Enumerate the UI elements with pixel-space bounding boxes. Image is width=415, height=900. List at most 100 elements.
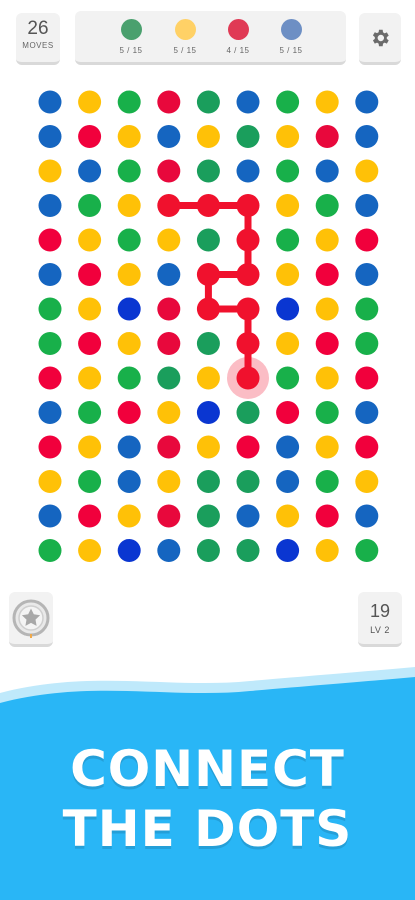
dot[interactable]: [315, 297, 339, 321]
dot[interactable]: [276, 401, 300, 424]
dot[interactable]: [236, 263, 260, 286]
dot[interactable]: [78, 332, 102, 355]
dot[interactable]: [196, 470, 220, 493]
dot[interactable]: [117, 435, 141, 459]
dot[interactable]: [157, 366, 181, 390]
dot[interactable]: [355, 125, 379, 148]
dot[interactable]: [78, 504, 102, 528]
dot[interactable]: [196, 366, 220, 390]
dot[interactable]: [355, 470, 379, 493]
dot[interactable]: [236, 366, 260, 390]
dot[interactable]: [78, 194, 102, 217]
dot[interactable]: [157, 263, 181, 286]
dot[interactable]: [157, 228, 181, 252]
dot[interactable]: [276, 263, 300, 286]
dot[interactable]: [78, 125, 102, 148]
dot[interactable]: [276, 539, 300, 562]
dot[interactable]: [117, 263, 141, 286]
dot[interactable]: [355, 366, 379, 390]
dot[interactable]: [355, 539, 379, 562]
dot[interactable]: [38, 539, 62, 562]
dot[interactable]: [236, 504, 260, 528]
dot[interactable]: [355, 297, 379, 321]
dot[interactable]: [276, 159, 300, 183]
dot[interactable]: [196, 297, 220, 321]
dot[interactable]: [196, 194, 220, 217]
dot[interactable]: [38, 159, 62, 183]
dot[interactable]: [196, 90, 220, 114]
dot[interactable]: [236, 401, 260, 424]
dot[interactable]: [157, 539, 181, 562]
dot[interactable]: [157, 401, 181, 424]
dot[interactable]: [117, 90, 141, 114]
dot[interactable]: [78, 159, 102, 183]
dot[interactable]: [355, 401, 379, 424]
dot[interactable]: [196, 125, 220, 148]
dot[interactable]: [236, 125, 260, 148]
dot[interactable]: [38, 470, 62, 493]
dot[interactable]: [355, 90, 379, 114]
dot[interactable]: [117, 297, 141, 321]
dot[interactable]: [78, 297, 102, 321]
dot[interactable]: [117, 228, 141, 252]
dot[interactable]: [355, 504, 379, 528]
dot[interactable]: [38, 228, 62, 252]
dot[interactable]: [196, 332, 220, 355]
dot[interactable]: [276, 435, 300, 459]
dot[interactable]: [355, 263, 379, 286]
dot[interactable]: [38, 401, 62, 424]
dot[interactable]: [78, 90, 102, 114]
dot[interactable]: [236, 90, 260, 114]
dot[interactable]: [315, 263, 339, 286]
dot[interactable]: [157, 297, 181, 321]
dot[interactable]: [78, 263, 102, 286]
dot[interactable]: [38, 194, 62, 217]
dot[interactable]: [276, 194, 300, 217]
dot[interactable]: [315, 435, 339, 459]
dot[interactable]: [157, 435, 181, 459]
dot[interactable]: [117, 332, 141, 355]
dot[interactable]: [315, 159, 339, 183]
dot[interactable]: [157, 470, 181, 493]
dot[interactable]: [315, 194, 339, 217]
dot[interactable]: [38, 297, 62, 321]
dot[interactable]: [276, 90, 300, 114]
dot[interactable]: [276, 228, 300, 252]
dot[interactable]: [117, 159, 141, 183]
dot[interactable]: [117, 401, 141, 424]
dot[interactable]: [78, 366, 102, 390]
dot[interactable]: [276, 125, 300, 148]
dot[interactable]: [236, 470, 260, 493]
dot[interactable]: [196, 539, 220, 562]
dot[interactable]: [315, 470, 339, 493]
dot[interactable]: [276, 366, 300, 390]
dot[interactable]: [38, 435, 62, 459]
dot[interactable]: [117, 470, 141, 493]
dot[interactable]: [78, 401, 102, 424]
dot[interactable]: [196, 159, 220, 183]
dot[interactable]: [117, 366, 141, 390]
dot[interactable]: [38, 125, 62, 148]
dot[interactable]: [315, 228, 339, 252]
dot[interactable]: [315, 504, 339, 528]
dot[interactable]: [78, 539, 102, 562]
dot[interactable]: [196, 435, 220, 459]
dot[interactable]: [236, 332, 260, 355]
dot[interactable]: [38, 90, 62, 114]
dot[interactable]: [196, 504, 220, 528]
dot[interactable]: [276, 470, 300, 493]
game-board[interactable]: [0, 0, 415, 600]
dot[interactable]: [157, 504, 181, 528]
dot[interactable]: [157, 90, 181, 114]
dot[interactable]: [236, 297, 260, 321]
dot[interactable]: [157, 194, 181, 217]
dot[interactable]: [117, 194, 141, 217]
dot[interactable]: [78, 435, 102, 459]
dot[interactable]: [315, 366, 339, 390]
dot[interactable]: [315, 125, 339, 148]
dot[interactable]: [196, 228, 220, 252]
dot[interactable]: [38, 504, 62, 528]
dot[interactable]: [355, 194, 379, 217]
dot[interactable]: [117, 504, 141, 528]
dot-grid[interactable]: [38, 90, 379, 563]
